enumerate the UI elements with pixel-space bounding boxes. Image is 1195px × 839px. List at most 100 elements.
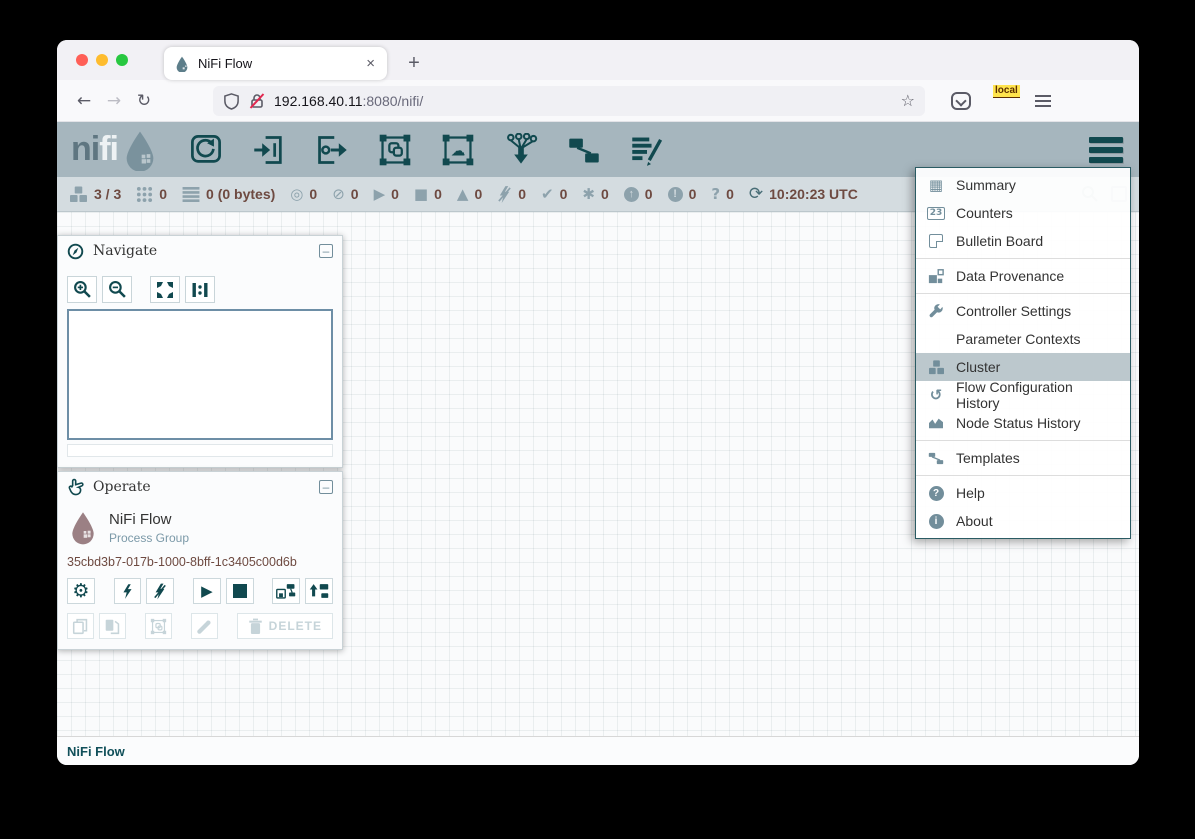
global-menu: ▦ Summary 23 Counters Bulletin Board Dat… — [915, 167, 1131, 539]
label-component-icon[interactable] — [629, 132, 665, 168]
stop-button[interactable] — [226, 578, 254, 604]
birdseye-view[interactable] — [67, 309, 333, 440]
menu-item-flow-configuration-history[interactable]: ↺ Flow Configuration History — [916, 381, 1130, 409]
new-tab-button[interactable]: + — [400, 49, 428, 77]
menu-separator — [916, 293, 1130, 294]
wrench-icon — [928, 303, 944, 319]
maximize-window-button[interactable] — [116, 54, 128, 66]
menu-item-parameter-contexts[interactable]: Parameter Contexts — [916, 325, 1130, 353]
stop-icon — [233, 584, 247, 598]
birdseye-brush[interactable] — [67, 444, 333, 457]
navigate-title: Navigate — [93, 243, 157, 259]
save-template-button[interactable] — [272, 578, 300, 604]
locally-modified-and-stale-stat: ! 0 — [668, 186, 697, 202]
queued-icon — [182, 187, 200, 202]
lightning-icon — [121, 583, 134, 600]
template-component-icon[interactable] — [566, 132, 602, 168]
paste-button[interactable] — [99, 613, 126, 639]
play-icon: ▶ — [201, 584, 213, 599]
menu-separator — [916, 475, 1130, 476]
delete-button[interactable]: DELETE — [237, 613, 333, 639]
reload-icon[interactable]: ↻ — [129, 91, 159, 111]
disabled-icon — [497, 186, 512, 203]
insecure-lock-icon — [248, 92, 266, 110]
stopped-stat: ■ 0 — [414, 186, 442, 202]
info-icon: i — [929, 514, 944, 529]
menu-item-controller-settings[interactable]: Controller Settings — [916, 297, 1130, 325]
url-text[interactable]: 192.168.40.11:8080/nifi/ — [274, 93, 901, 109]
menu-item-cluster[interactable]: Cluster — [916, 353, 1130, 381]
nifi-drop-icon — [120, 129, 160, 171]
close-window-button[interactable] — [76, 54, 88, 66]
menu-item-help[interactable]: ? Help — [916, 479, 1130, 507]
menu-item-counters[interactable]: 23 Counters — [916, 199, 1130, 227]
group-button[interactable] — [145, 613, 172, 639]
copy-button[interactable] — [67, 613, 94, 639]
menu-item-bulletin-board[interactable]: Bulletin Board — [916, 227, 1130, 255]
menu-item-summary[interactable]: ▦ Summary — [916, 171, 1130, 199]
minimize-window-button[interactable] — [96, 54, 108, 66]
selected-component: NiFi Flow Process Group — [58, 502, 342, 546]
refresh-icon[interactable]: ⟳ — [749, 186, 763, 203]
collapse-operate-button[interactable]: – — [319, 480, 333, 494]
zoom-in-button[interactable] — [67, 276, 97, 303]
input-port-component-icon[interactable] — [251, 132, 287, 168]
zoom-fit-button[interactable] — [150, 276, 180, 303]
tab-close-icon[interactable]: × — [364, 55, 377, 72]
funnel-component-icon[interactable] — [503, 132, 539, 168]
browser-tab[interactable]: NiFi Flow × — [164, 47, 387, 80]
menu-item-about[interactable]: i About — [916, 507, 1130, 535]
menu-item-templates[interactable]: Templates — [916, 444, 1130, 472]
zoom-actual-size-button[interactable] — [185, 276, 215, 303]
lightning-off-icon — [153, 583, 167, 600]
navigate-panel-header: Navigate – — [58, 236, 342, 266]
menu-separator — [916, 440, 1130, 441]
color-button[interactable] — [191, 613, 218, 639]
disabled-stat: 0 — [497, 186, 526, 203]
enable-button[interactable] — [114, 578, 142, 604]
browser-menu-icon[interactable] — [1035, 95, 1051, 107]
zoom-out-button[interactable] — [102, 276, 132, 303]
nifi-logo: nifi — [71, 129, 160, 171]
disable-button[interactable] — [146, 578, 174, 604]
url-bar[interactable]: 192.168.40.11:8080/nifi/ ☆ — [213, 86, 925, 116]
profile-avatar[interactable]: local — [991, 89, 1015, 113]
breadcrumb[interactable]: NiFi Flow — [67, 744, 125, 759]
menu-separator — [916, 258, 1130, 259]
not-transmitting-stat: ⊘ 0 — [332, 186, 358, 202]
remote-process-group-component-icon[interactable]: ☁ — [440, 132, 476, 168]
transmitting-stat: ◎ 0 — [290, 186, 317, 202]
configure-button[interactable]: ⚙ — [67, 578, 95, 604]
copy-icon — [72, 618, 89, 635]
processor-component-icon[interactable] — [188, 132, 224, 168]
screenshot-root: NiFi Flow × + ← → ↻ 192.168.40.11:8080/n… — [0, 0, 1195, 839]
global-menu-button[interactable] — [1089, 137, 1123, 163]
menu-item-data-provenance[interactable]: Data Provenance — [916, 262, 1130, 290]
cluster-status: 3 / 3 — [69, 186, 121, 203]
refresh-status[interactable]: ⟳ 10:20:23 UTC — [749, 186, 858, 203]
data-provenance-icon — [928, 268, 944, 284]
group-icon — [150, 618, 167, 635]
browser-tab-bar: NiFi Flow × + — [57, 40, 1139, 80]
sync-failure-stat: ? 0 — [711, 186, 734, 202]
forward-icon[interactable]: → — [99, 91, 129, 111]
template-icon — [928, 451, 944, 466]
collapse-navigate-button[interactable]: – — [319, 244, 333, 258]
start-button[interactable]: ▶ — [193, 578, 221, 604]
output-port-component-icon[interactable] — [314, 132, 350, 168]
summary-icon: ▦ — [926, 176, 946, 194]
bulletin-board-icon — [929, 234, 943, 248]
area-chart-icon — [928, 416, 944, 430]
running-icon: ▶ — [374, 187, 386, 202]
component-type: Process Group — [109, 531, 189, 545]
delete-label: DELETE — [269, 619, 322, 633]
bookmark-star-icon[interactable]: ☆ — [901, 91, 915, 110]
locally-modified-and-stale-icon: ! — [668, 187, 683, 202]
pocket-icon[interactable] — [951, 92, 971, 110]
process-group-component-icon[interactable] — [377, 132, 413, 168]
save-template-icon — [276, 582, 296, 600]
upload-template-button[interactable] — [305, 578, 333, 604]
menu-item-node-status-history[interactable]: Node Status History — [916, 409, 1130, 437]
threads-icon — [136, 186, 153, 203]
back-icon[interactable]: ← — [69, 91, 99, 111]
